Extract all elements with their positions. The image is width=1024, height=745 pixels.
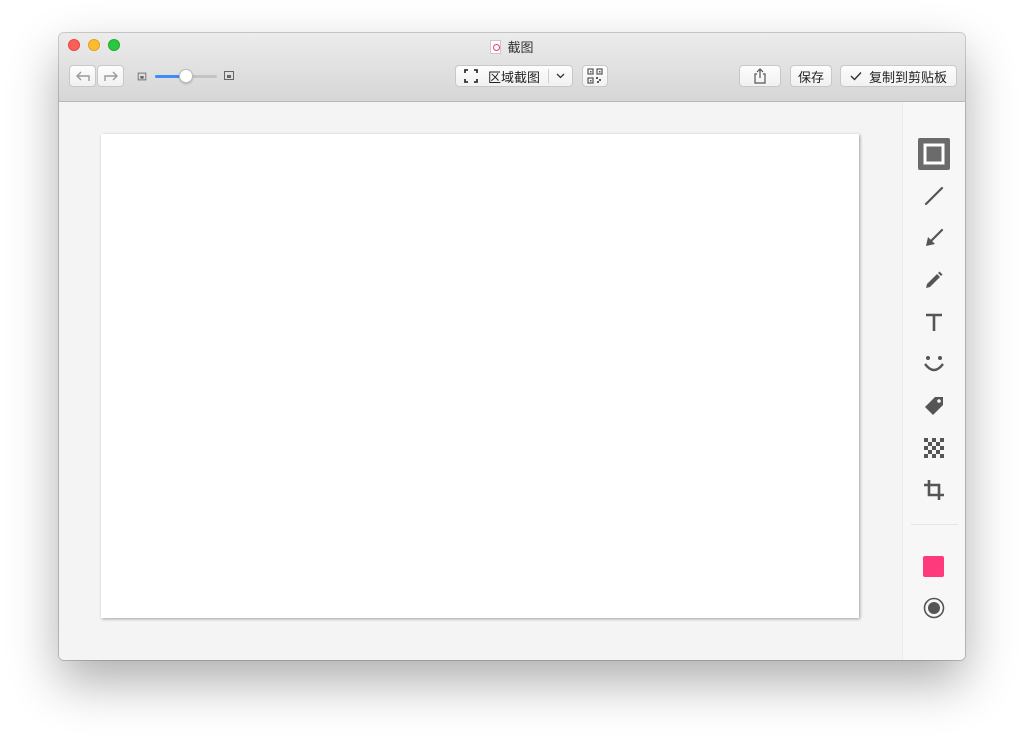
checkmark-icon <box>850 72 862 81</box>
share-button[interactable] <box>739 65 781 87</box>
window-title: 截图 <box>507 40 534 55</box>
copy-to-clipboard-button[interactable]: 复制到剪贴板 <box>840 65 957 87</box>
tool-sidebar <box>902 102 965 660</box>
tool-emoji[interactable] <box>918 348 950 380</box>
tool-mosaic[interactable] <box>918 432 950 464</box>
arrow-icon <box>926 228 944 246</box>
zoom-in-picture-icon <box>224 71 234 80</box>
undo-icon <box>75 71 90 81</box>
emoji-icon <box>924 356 944 372</box>
tool-text[interactable] <box>918 306 950 338</box>
chevron-down-icon <box>556 73 565 79</box>
undo-button[interactable] <box>69 65 96 87</box>
zoom-out-picture-icon <box>137 72 147 81</box>
tag-icon <box>925 397 943 415</box>
tool-line[interactable] <box>918 180 950 212</box>
tool-arrow[interactable] <box>918 222 950 254</box>
color-picker-swatch[interactable] <box>923 556 944 577</box>
window-title-container: 截图 <box>59 37 965 57</box>
zoom-slider[interactable] <box>155 69 217 83</box>
line-icon <box>924 186 944 206</box>
region-capture-icon <box>464 69 478 83</box>
redo-button[interactable] <box>97 65 124 87</box>
copy-label: 复制到剪贴板 <box>868 69 947 85</box>
tool-crop[interactable] <box>918 474 950 506</box>
crop-icon <box>924 480 944 500</box>
share-icon <box>754 68 766 84</box>
canvas-area <box>59 102 902 660</box>
text-icon <box>926 313 942 331</box>
zoom-slider-knob[interactable] <box>179 69 193 83</box>
save-button[interactable]: 保存 <box>790 65 832 87</box>
document-icon <box>490 39 502 54</box>
screenshot-window: 截图 区域截图 保存 复制到剪贴板 <box>59 33 965 660</box>
tool-pencil[interactable] <box>918 264 950 296</box>
rectangle-icon <box>923 143 945 165</box>
titlebar: 截图 区域截图 保存 复制到剪贴板 <box>59 33 965 102</box>
stroke-width-icon <box>923 597 945 619</box>
tool-tag[interactable] <box>918 390 950 422</box>
mosaic-icon <box>924 438 944 458</box>
qr-code-icon <box>587 68 603 84</box>
capture-mode-label: 区域截图 <box>488 69 541 85</box>
save-label: 保存 <box>797 69 824 85</box>
screenshot-canvas[interactable] <box>101 134 859 618</box>
tool-rectangle[interactable] <box>918 138 950 170</box>
sidebar-divider <box>911 524 958 525</box>
qr-code-button[interactable] <box>582 65 608 87</box>
stroke-width-button[interactable] <box>918 592 950 624</box>
pencil-icon <box>926 271 943 288</box>
dropdown-divider <box>548 69 549 83</box>
redo-icon <box>103 71 118 81</box>
capture-mode-dropdown[interactable]: 区域截图 <box>455 65 573 87</box>
